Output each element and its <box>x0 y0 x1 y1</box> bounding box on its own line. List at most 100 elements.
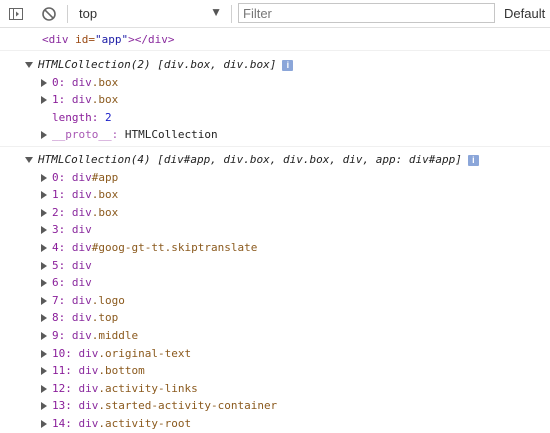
item-key: 10: <box>52 346 72 360</box>
item-key: 5: <box>52 258 66 272</box>
show-sidebar-button[interactable] <box>7 5 25 23</box>
list-item[interactable]: 12: div.activity-links <box>0 380 550 398</box>
expand-arrow-icon[interactable] <box>25 157 33 163</box>
item-key: 0: <box>52 170 66 184</box>
context-selector[interactable]: top ▼ <box>72 3 226 25</box>
toolbar-divider <box>67 5 68 23</box>
item-class: .activity-root <box>98 416 192 430</box>
list-item[interactable]: 14: div.activity-root <box>0 415 550 433</box>
item-key: 1: <box>52 93 66 107</box>
item-class: .box <box>91 93 119 107</box>
console-message: HTMLCollection(4) [div#app, div.box, div… <box>0 147 550 433</box>
info-icon[interactable]: i <box>467 154 479 166</box>
console-message: HTMLCollection(2) [div.box, div.box] i 0:… <box>0 51 550 147</box>
tag-open: <div <box>42 33 69 46</box>
clear-icon <box>42 7 56 21</box>
proto-property[interactable]: __proto__: HTMLCollection <box>0 126 550 144</box>
item-node: div <box>65 258 92 272</box>
expand-arrow-icon[interactable] <box>41 419 47 428</box>
item-key: 13: <box>52 399 72 413</box>
list-item[interactable]: 13: div.started-activity-container <box>0 397 550 415</box>
list-item[interactable]: 0: div#app <box>0 169 550 187</box>
list-item[interactable]: 10: div.original-text <box>0 345 550 363</box>
info-icon[interactable]: i <box>282 59 294 71</box>
clear-console-button[interactable] <box>40 5 58 23</box>
expand-arrow-icon[interactable] <box>41 78 47 87</box>
expand-arrow-icon[interactable] <box>41 296 47 305</box>
expand-arrow-icon[interactable] <box>41 208 47 217</box>
attribute-value: "app" <box>95 33 129 46</box>
expand-arrow-icon[interactable] <box>41 191 47 200</box>
collection-items: 0: div#app 1: div.box 2: div.box 3: div 4: d… <box>0 169 550 433</box>
console-message: <div id="app"></div> <box>0 29 550 51</box>
item-key: 1: <box>52 188 66 202</box>
log-levels-dropdown[interactable]: Default <box>504 6 545 21</box>
list-item[interactable]: 1: div.box <box>0 91 550 109</box>
item-key: 3: <box>52 223 66 237</box>
expand-arrow-icon[interactable] <box>41 349 47 358</box>
expand-arrow-icon[interactable] <box>41 331 47 340</box>
proto-key: __proto__: <box>52 128 119 142</box>
list-item[interactable]: 7: div.logo <box>0 292 550 310</box>
length-property: length: 2 <box>0 109 550 127</box>
proto-value: HTMLCollection <box>118 128 218 142</box>
item-class: .bottom <box>98 364 145 378</box>
item-class: .middle <box>91 328 139 342</box>
list-item[interactable]: 11: div.bottom <box>0 362 550 380</box>
expand-arrow-icon[interactable] <box>41 314 47 323</box>
item-key: 0: <box>52 75 66 89</box>
item-class: .box <box>91 75 119 89</box>
expand-arrow-icon[interactable] <box>41 243 47 252</box>
collection-summary[interactable]: HTMLCollection(2) [div.box, div.box] i <box>0 56 550 74</box>
item-class: .box <box>91 205 119 219</box>
item-node: div <box>65 223 92 237</box>
list-item[interactable]: 1: div.box <box>0 186 550 204</box>
summary-text: HTMLCollection(2) [div.box, div.box] <box>38 58 277 71</box>
collection-summary[interactable]: HTMLCollection(4) [div#app, div.box, div… <box>0 151 550 169</box>
item-class: #app <box>91 170 119 184</box>
expand-arrow-icon[interactable] <box>41 261 47 270</box>
expand-arrow-icon[interactable] <box>41 131 47 140</box>
context-value: top <box>79 6 98 21</box>
list-item[interactable]: 9: div.middle <box>0 327 550 345</box>
expand-arrow-icon[interactable] <box>41 384 47 393</box>
list-item[interactable]: 8: div.top <box>0 309 550 327</box>
expand-arrow-icon[interactable] <box>41 96 47 105</box>
expand-arrow-icon[interactable] <box>41 367 47 376</box>
expand-arrow-icon[interactable] <box>41 226 47 235</box>
list-item[interactable]: 2: div.box <box>0 204 550 222</box>
item-class: .logo <box>91 293 125 307</box>
item-key: 6: <box>52 276 66 290</box>
summary-text: HTMLCollection(4) [div#app, div.box, div… <box>38 153 462 166</box>
attribute-name: id= <box>68 33 95 46</box>
list-item[interactable]: 6: div <box>0 274 550 292</box>
item-node: div <box>65 93 92 107</box>
item-key: 12: <box>52 381 72 395</box>
list-item[interactable]: 4: div#goog-gt-tt.skiptranslate <box>0 239 550 257</box>
item-key: 4: <box>52 240 66 254</box>
item-node: div <box>65 188 92 202</box>
list-item[interactable]: 0: div.box <box>0 74 550 92</box>
item-node: div <box>65 205 92 219</box>
item-node: div <box>65 328 92 342</box>
item-node: div <box>65 311 92 325</box>
element-log-line[interactable]: <div id="app"></div> <box>0 31 550 49</box>
item-node: div <box>71 346 99 360</box>
expand-arrow-icon[interactable] <box>41 173 47 182</box>
item-class: .activity-links <box>98 381 198 395</box>
dropdown-arrow-icon: ▼ <box>210 5 222 19</box>
item-key: 11: <box>52 364 72 378</box>
item-node: div <box>71 364 99 378</box>
expand-arrow-icon[interactable] <box>25 62 33 68</box>
sidebar-icon <box>9 8 23 20</box>
item-class: .started-activity-container <box>98 399 278 413</box>
expand-arrow-icon[interactable] <box>41 402 47 411</box>
toolbar-divider <box>231 5 232 23</box>
filter-input[interactable] <box>238 3 495 23</box>
console-toolbar: top ▼ Default <box>0 0 550 28</box>
list-item[interactable]: 5: div <box>0 257 550 275</box>
item-key: 14: <box>52 416 72 430</box>
list-item[interactable]: 3: div <box>0 221 550 239</box>
item-class: #goog-gt-tt.skiptranslate <box>91 240 258 254</box>
expand-arrow-icon[interactable] <box>41 279 47 288</box>
